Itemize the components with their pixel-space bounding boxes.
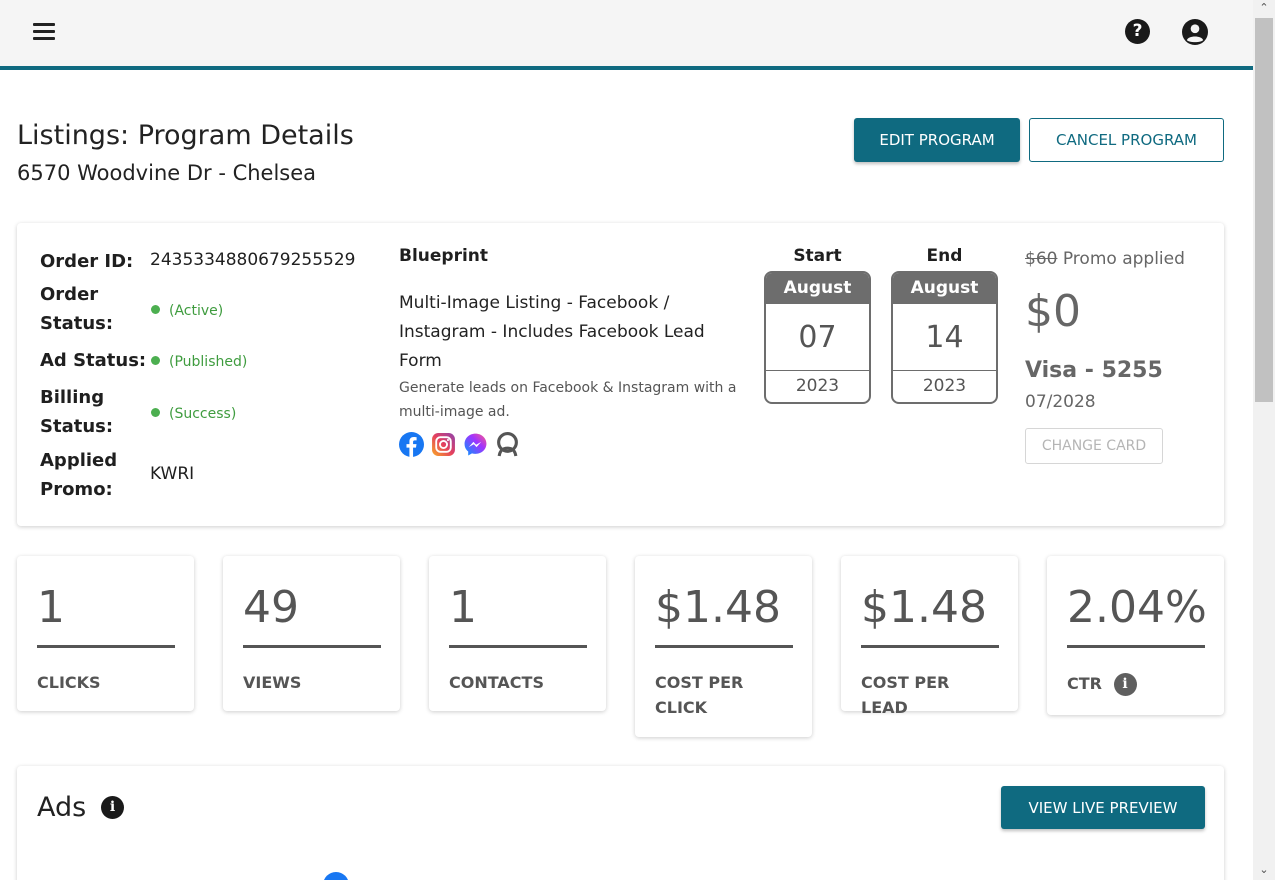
status-dot-icon bbox=[151, 356, 160, 365]
stat-divider bbox=[243, 645, 381, 648]
promo-line: $60 Promo applied bbox=[1025, 249, 1185, 269]
order-id-label: Order ID: bbox=[40, 251, 134, 272]
stat-label-ctr: CTR i bbox=[1067, 671, 1207, 696]
scroll-up-icon[interactable]: ⌃ bbox=[1258, 2, 1270, 14]
card-expiry: 07/2028 bbox=[1025, 392, 1096, 412]
stat-divider bbox=[655, 645, 793, 648]
instagram-icon bbox=[432, 433, 455, 456]
messenger-icon bbox=[464, 433, 487, 456]
ad-status-label: Ad Status: bbox=[40, 350, 147, 371]
card-name: Visa - 5255 bbox=[1025, 358, 1163, 383]
ad-status-text: (Published) bbox=[169, 354, 248, 370]
stat-label: VIEWS bbox=[243, 673, 302, 692]
stat-value: 49 bbox=[243, 582, 299, 633]
program-price: $0 bbox=[1025, 286, 1081, 337]
stat-divider bbox=[861, 645, 999, 648]
start-month: August bbox=[766, 273, 869, 304]
ads-info-icon[interactable]: i bbox=[101, 796, 124, 819]
stat-divider bbox=[449, 645, 587, 648]
stat-label: COST PER CLICK bbox=[655, 673, 744, 717]
stat-value: 2.04% bbox=[1067, 582, 1207, 633]
stat-card-clicks: 1 CLICKS bbox=[17, 556, 194, 711]
billing-status-text: (Success) bbox=[169, 406, 237, 422]
change-card-button[interactable]: CHANGE CARD bbox=[1025, 428, 1163, 464]
stat-label: COST PER LEAD bbox=[861, 673, 950, 717]
end-date-label: End bbox=[926, 246, 963, 266]
help-icon[interactable]: ? bbox=[1125, 19, 1150, 44]
cancel-program-button[interactable]: CANCEL PROGRAM bbox=[1029, 118, 1224, 162]
applied-promo-label: Applied Promo: bbox=[40, 450, 118, 500]
edit-program-button[interactable]: EDIT PROGRAM bbox=[854, 118, 1020, 162]
stat-label: CLICKS bbox=[37, 673, 101, 692]
info-icon[interactable]: i bbox=[1113, 673, 1137, 696]
original-price: $60 bbox=[1025, 249, 1058, 269]
status-dot-icon bbox=[151, 305, 160, 314]
billing-status-value: (Success) bbox=[151, 406, 236, 422]
stat-divider bbox=[1067, 645, 1205, 648]
hamburger-menu-icon[interactable] bbox=[33, 22, 57, 42]
stat-card-contacts: 1 CONTACTS bbox=[429, 556, 606, 711]
billing-status-label: Billing Status: bbox=[40, 387, 114, 437]
page-title: Listings: Program Details bbox=[17, 120, 354, 151]
blueprint-name: Multi-Image Listing - Facebook / Instagr… bbox=[399, 293, 705, 371]
blueprint-description: Generate leads on Facebook & Instagram w… bbox=[399, 380, 737, 420]
stat-value: $1.48 bbox=[655, 582, 781, 633]
order-id-value: 2435334880679255529 bbox=[150, 250, 356, 270]
stat-label: CTR bbox=[1067, 674, 1102, 693]
scroll-down-icon[interactable]: ⌄ bbox=[1258, 864, 1270, 876]
stat-value: 1 bbox=[37, 582, 65, 633]
stat-card-views: 49 VIEWS bbox=[223, 556, 400, 711]
facebook-icon bbox=[399, 432, 424, 457]
blueprint-heading: Blueprint bbox=[399, 246, 489, 266]
account-circle-icon[interactable] bbox=[1182, 19, 1208, 45]
ads-title: Ads bbox=[37, 792, 87, 823]
stat-label: CONTACTS bbox=[449, 673, 544, 692]
end-year: 2023 bbox=[922, 376, 967, 396]
stat-value: $1.48 bbox=[861, 582, 987, 633]
ad-status-value: (Published) bbox=[151, 354, 247, 370]
stat-card-ctr: 2.04% CTR i bbox=[1047, 556, 1224, 715]
stat-value: 1 bbox=[449, 582, 477, 633]
page-subtitle: 6570 Woodvine Dr - Chelsea bbox=[17, 161, 317, 185]
stat-card-cost-per-click: $1.48 COST PER CLICK bbox=[635, 556, 812, 737]
start-date-calendar: August 07 2023 bbox=[764, 271, 871, 404]
promo-applied-text: Promo applied bbox=[1062, 249, 1185, 269]
order-status-value: (Active) bbox=[151, 303, 223, 319]
start-date-label: Start bbox=[793, 246, 842, 266]
end-day: 14 bbox=[893, 304, 996, 371]
order-status-label: Order Status: bbox=[40, 284, 114, 334]
view-live-preview-button[interactable]: VIEW LIVE PREVIEW bbox=[1001, 786, 1205, 829]
order-status-text: (Active) bbox=[169, 303, 224, 319]
applied-promo-value: KWRI bbox=[150, 464, 195, 484]
end-date-calendar: August 14 2023 bbox=[891, 271, 998, 404]
top-app-bar: ? bbox=[0, 0, 1253, 70]
start-day: 07 bbox=[766, 304, 869, 371]
stat-divider bbox=[37, 645, 175, 648]
end-month: August bbox=[893, 273, 996, 304]
stat-card-cost-per-lead: $1.48 COST PER LEAD bbox=[841, 556, 1018, 717]
audience-network-icon bbox=[497, 432, 518, 457]
status-dot-icon bbox=[151, 408, 160, 417]
start-year: 2023 bbox=[795, 376, 840, 396]
scrollbar-thumb[interactable] bbox=[1255, 18, 1273, 402]
